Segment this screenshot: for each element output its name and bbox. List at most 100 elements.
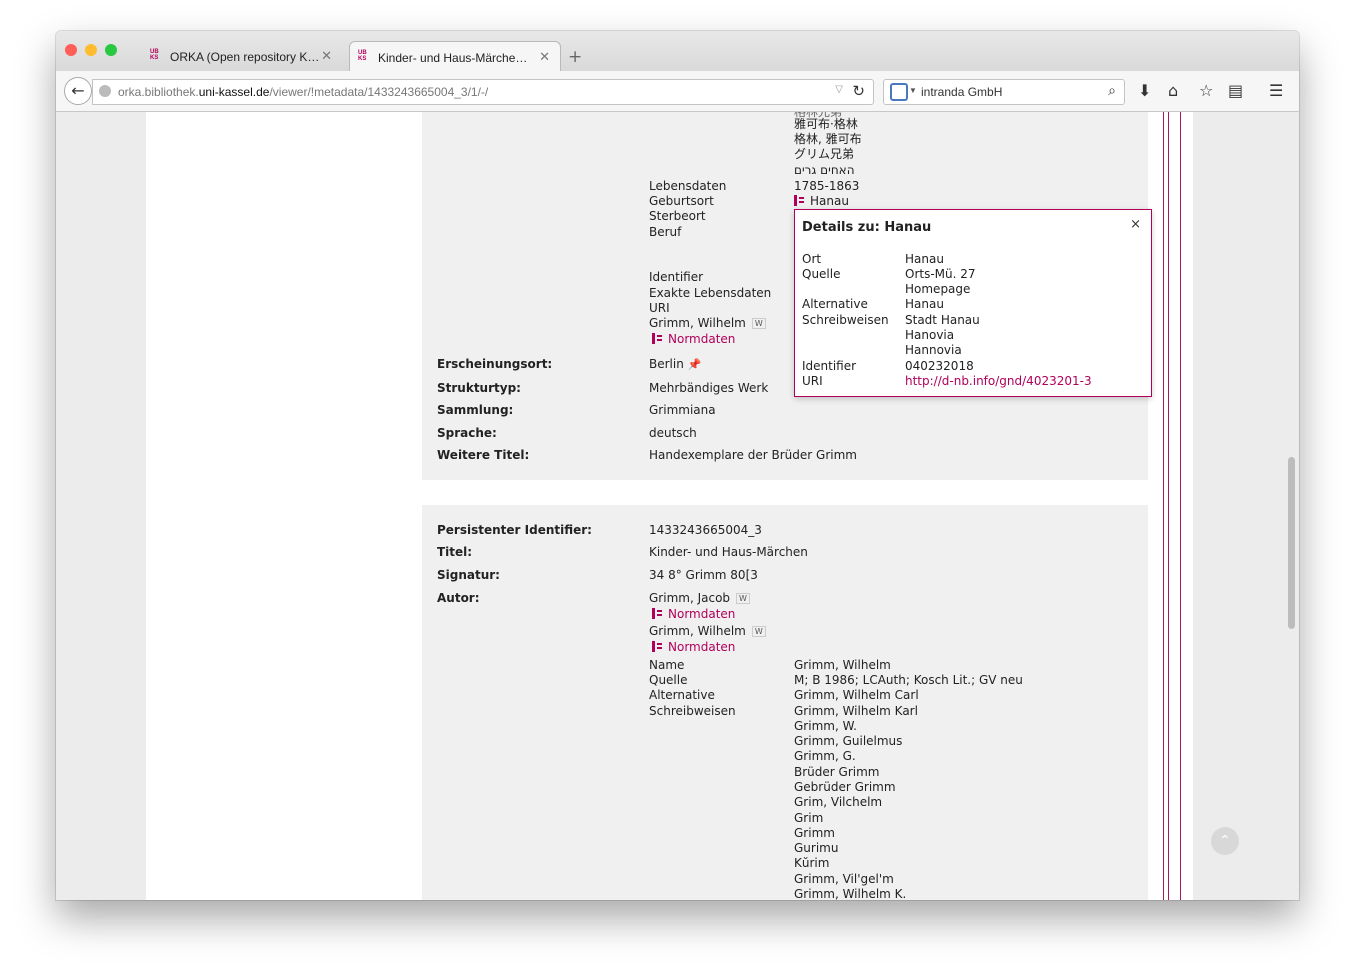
navigation-bar: ← orka.bibliothek.uni-kassel.de/viewer/!… — [56, 71, 1299, 112]
zoom-window-button[interactable] — [105, 44, 117, 56]
field-value: 1433243665004_3 — [649, 523, 762, 537]
schreibweisen-label: Schreibweisen — [802, 313, 889, 327]
name-value: Grimm, Wilhelm — [794, 658, 891, 672]
home-icon[interactable]: ⌂ — [1168, 81, 1178, 100]
divider — [1168, 112, 1169, 900]
alt-name: Kŭrim — [794, 856, 830, 870]
alt-name: Grim — [794, 811, 824, 825]
alt-name: Grimm, Vil'gel'm — [794, 872, 894, 886]
bookmark-star-icon[interactable]: ☆ — [1199, 81, 1213, 100]
name-label: Name — [649, 658, 685, 672]
close-window-button[interactable] — [65, 44, 77, 56]
geburtsort-label: Geburtsort — [649, 194, 714, 208]
popup-title: Details zu: Hanau — [802, 220, 932, 235]
field-value: Kinder- und Haus-Märchen — [649, 545, 808, 559]
search-icon[interactable]: ⌕ — [1108, 82, 1116, 99]
tab-title: ORKA (Open repository Kas... — [170, 50, 320, 64]
quelle-value: Orts-Mü. 27 — [905, 267, 976, 281]
alt-name: Gurimu — [794, 841, 839, 855]
field-label: Sprache: — [437, 426, 497, 440]
uri-label: URI — [649, 301, 670, 315]
close-tab-icon[interactable]: ✕ — [539, 49, 550, 65]
field-label: Weitere Titel: — [437, 448, 530, 462]
reload-icon[interactable]: ↻ — [852, 82, 865, 100]
alt-name: 雅可布·格林 — [794, 117, 858, 131]
field-label: Erscheinungsort: — [437, 357, 553, 371]
alternative-label: Alternative — [649, 688, 715, 702]
schreibweisen-label: Schreibweisen — [649, 704, 736, 718]
geburtsort-link[interactable]: Hanau — [794, 194, 849, 209]
ub-kassel-favicon-icon: UB KS — [358, 50, 367, 62]
page-content: 格林兄弟 雅可布·格林 格林, 雅可布 グリム兄弟 האחים גרים Leb… — [56, 112, 1299, 900]
ort-label: Ort — [802, 252, 822, 266]
alt-name: Hanovia — [905, 328, 955, 342]
normdaten-link[interactable]: Normdaten — [652, 640, 735, 655]
history-dropdown-icon[interactable]: ▽ — [835, 84, 843, 95]
browser-window: UB KS ORKA (Open repository Kas... ✕ UB KS… — [56, 31, 1299, 900]
field-label: Strukturtyp: — [437, 381, 521, 395]
wikipedia-icon[interactable]: W — [751, 318, 766, 329]
alt-name: Grimm, Wilhelm Karl — [794, 704, 918, 718]
scroll-to-top-button[interactable]: ⌃ — [1211, 827, 1239, 855]
alt-name: Grimm, Guilelmus — [794, 734, 903, 748]
divider — [1180, 112, 1181, 900]
alt-name: Grimm, Wilhelm Carl — [794, 688, 919, 702]
details-popup: Details zu: Hanau × Ort Hanau Quelle Ort… — [794, 209, 1152, 397]
wikipedia-icon[interactable]: W — [736, 593, 750, 604]
field-value: Mehrbändiges Werk — [649, 381, 769, 395]
wikipedia-icon[interactable]: W — [751, 626, 766, 637]
normdaten-link[interactable]: Normdaten — [652, 332, 735, 347]
quelle-value: M; B 1986; LCAuth; Kosch Lit.; GV neu — [794, 673, 1023, 687]
map-pin-icon[interactable]: 📌 — [688, 358, 702, 371]
alt-name: Grimm, Wilhelm K. — [794, 887, 907, 900]
tab-kinder-und-haus-maerchen[interactable]: UB KS Kinder- und Haus-Märchen ... ✕ — [349, 41, 561, 72]
download-icon[interactable]: ⬇ — [1138, 81, 1151, 100]
ub-kassel-favicon-icon: UB KS — [150, 49, 159, 61]
alt-name: グリム兄弟 — [794, 147, 855, 161]
url-bar[interactable]: orka.bibliothek.uni-kassel.de/viewer/!me… — [92, 79, 874, 105]
normdaten-icon — [794, 195, 804, 206]
alt-name: Grimm, G. — [794, 749, 856, 763]
chevron-down-icon[interactable]: ▼ — [909, 86, 917, 95]
close-tab-icon[interactable]: ✕ — [321, 48, 332, 64]
metadata-section-2 — [422, 505, 1148, 900]
normdaten-icon — [652, 608, 662, 619]
globe-icon — [99, 85, 111, 97]
menu-icon[interactable]: ☰ — [1269, 81, 1283, 100]
field-label: Titel: — [437, 545, 473, 559]
tab-orka[interactable]: UB KS ORKA (Open repository Kas... ✕ — [142, 41, 342, 71]
alt-name: 格林, 雅可布 — [794, 132, 862, 146]
scrollbar-thumb[interactable] — [1288, 457, 1295, 629]
alt-name: Hannovia — [905, 343, 962, 357]
normdaten-icon — [652, 333, 662, 344]
search-bar[interactable]: ▼ intranda GmbH ⌕ — [883, 79, 1125, 105]
ort-value: Hanau — [905, 252, 944, 266]
alt-name: Brüder Grimm — [794, 765, 880, 779]
search-engine-name: intranda GmbH — [921, 85, 1003, 99]
alt-name: Grimm, W. — [794, 719, 857, 733]
search-engine-icon[interactable] — [890, 83, 908, 101]
exakte-lebensdaten-label: Exakte Lebensdaten — [649, 286, 772, 300]
field-value: 34 8° Grimm 80[3 — [649, 568, 758, 582]
reading-list-icon[interactable]: ▤ — [1228, 81, 1243, 100]
lebensdaten-value: 1785-1863 — [794, 179, 860, 193]
field-label: Persistenter Identifier: — [437, 523, 592, 537]
identifier-value: 040232018 — [905, 359, 974, 373]
normdaten-icon — [652, 641, 662, 652]
minimize-window-button[interactable] — [85, 44, 97, 56]
normdaten-link[interactable]: Normdaten — [652, 607, 735, 622]
field-label: Autor: — [437, 591, 480, 605]
uri-link[interactable]: http://d-nb.info/gnd/4023201-3 — [905, 374, 1092, 389]
autor-grimm-wilhelm: Grimm, Wilhelm W — [649, 624, 766, 639]
back-button[interactable]: ← — [64, 77, 92, 105]
alt-name: Stadt Hanau — [905, 313, 980, 327]
field-value: Grimmiana — [649, 403, 716, 417]
person-grimm-wilhelm: Grimm, Wilhelm W — [649, 316, 766, 331]
new-tab-button[interactable]: + — [568, 47, 582, 67]
close-icon[interactable]: × — [1130, 217, 1141, 232]
field-value: deutsch — [649, 426, 697, 440]
erscheinungsort-value[interactable]: Berlin 📌 — [649, 357, 702, 372]
tab-bar: UB KS ORKA (Open repository Kas... ✕ UB KS… — [56, 31, 1299, 72]
quelle-label: Quelle — [802, 267, 841, 281]
quelle-value: Homepage — [905, 282, 971, 296]
